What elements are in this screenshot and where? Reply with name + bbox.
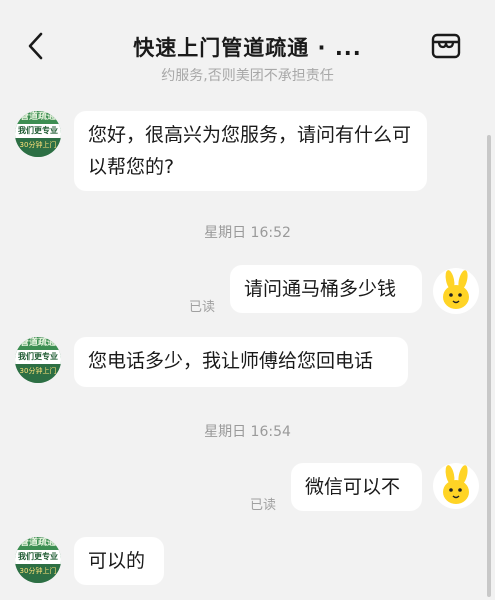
service-notice: 约服务,否则美团不承担责任 (161, 68, 334, 84)
shop-avatar[interactable]: 管道疏通 我们更专业 30分钟上门 (15, 337, 61, 383)
chat-title: 快速上门管道疏通 · ... (133, 36, 362, 60)
chevron-left-icon (28, 32, 43, 60)
shop-avatar[interactable]: 管道疏通 我们更专业 30分钟上门 (15, 111, 61, 157)
message-bubble-shop[interactable]: 您电话多少，我让师傅给您回电话 (74, 337, 408, 387)
user-avatar[interactable] (433, 463, 479, 509)
shop-avatar[interactable]: 管道疏通 我们更专业 30分钟上门 (15, 537, 61, 583)
message-bubble-shop[interactable]: 您好，很高兴为您服务，请问有什么可以帮您的? (74, 111, 427, 191)
user-avatar[interactable] (433, 268, 479, 314)
shop-button[interactable] (430, 30, 462, 62)
storefront-icon (431, 33, 461, 59)
back-button[interactable] (22, 30, 48, 62)
timestamp: 星期日 16:52 (204, 225, 291, 241)
read-status: 已读 (189, 300, 216, 315)
message-bubble-user[interactable]: 微信可以不 (291, 463, 422, 511)
read-status: 已读 (250, 498, 277, 513)
rabbit-emoji-icon (443, 465, 469, 504)
message-bubble-user[interactable]: 请问通马桶多少钱 (230, 265, 422, 313)
rabbit-emoji-icon (443, 270, 469, 309)
timestamp: 星期日 16:54 (204, 424, 291, 440)
chat-header: 快速上门管道疏通 · ... 约服务,否则美团不承担责任 (0, 0, 495, 92)
message-bubble-shop[interactable]: 可以的 (74, 537, 164, 585)
scrollbar[interactable] (487, 135, 491, 597)
